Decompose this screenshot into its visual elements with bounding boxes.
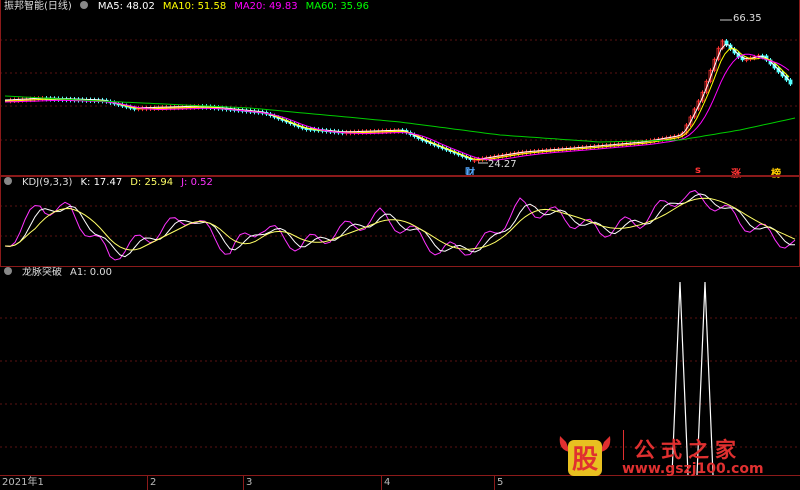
- bull-logo-icon: 股: [559, 436, 611, 476]
- price-pane-border: [0, 0, 800, 176]
- watermark-title: 公式之家: [634, 437, 742, 462]
- watermark-url: www.gszj100.com: [622, 461, 764, 477]
- xtick-mar: 3: [243, 476, 252, 490]
- watermark-separator: [623, 430, 624, 460]
- site-watermark: 股 公式之家 www.gszj100.com: [556, 430, 796, 482]
- xtick-may: 5: [494, 476, 503, 490]
- kdj-pane-border: [0, 176, 800, 267]
- logo-char: 股: [572, 445, 598, 475]
- xtick-jan: 2021年1: [2, 477, 44, 488]
- xtick-apr: 4: [381, 476, 390, 490]
- xtick-feb: 2: [147, 476, 156, 490]
